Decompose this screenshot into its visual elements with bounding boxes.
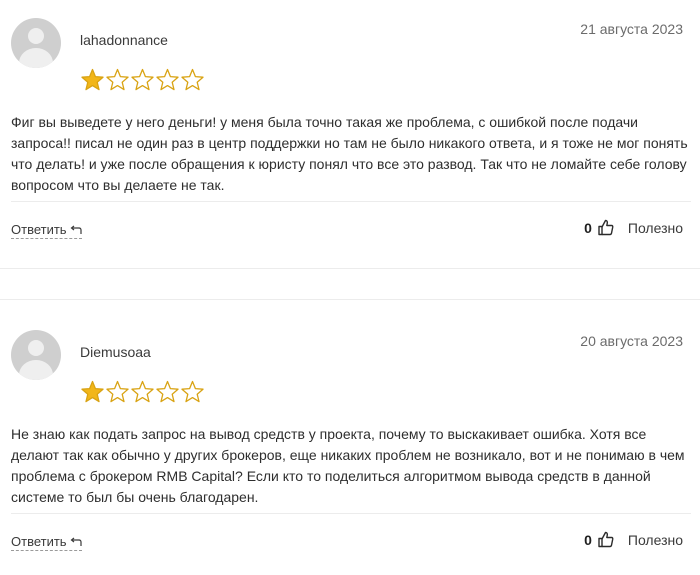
review-text: Не знаю как подать запрос на вывод средс… [11, 426, 685, 505]
star-empty-icon [156, 380, 179, 403]
reply-button[interactable]: Ответить [11, 222, 82, 239]
review-text: Фиг вы выведете у него деньги! у меня бы… [11, 114, 688, 193]
divider [0, 268, 700, 269]
star-filled-icon [81, 68, 104, 91]
thumbs-up-icon[interactable] [598, 219, 614, 236]
review-actions: Ответить 0 Полезно [11, 201, 691, 242]
review-username: lahadonnance [80, 32, 168, 48]
review-actions: Ответить 0 Полезно [11, 513, 691, 554]
reply-label: Ответить [11, 222, 67, 237]
rating-stars [80, 380, 205, 404]
avatar [11, 18, 61, 68]
reply-arrow-icon [70, 225, 82, 234]
star-empty-icon [156, 68, 179, 91]
rating-stars [80, 68, 205, 92]
star-empty-icon [181, 380, 204, 403]
review-date: 20 августа 2023 [580, 333, 683, 349]
review-date: 21 августа 2023 [580, 21, 683, 37]
star-empty-icon [181, 68, 204, 91]
divider [0, 299, 700, 300]
star-empty-icon [106, 380, 129, 403]
thumbs-up-icon[interactable] [598, 531, 614, 548]
useful-block: 0 Полезно [584, 219, 683, 236]
review-username: Diemusoaa [80, 344, 151, 360]
star-empty-icon [131, 68, 154, 91]
reply-button[interactable]: Ответить [11, 534, 82, 551]
reply-label: Ответить [11, 534, 67, 549]
useful-block: 0 Полезно [584, 531, 683, 548]
avatar-head-shape [28, 28, 44, 44]
useful-count: 0 [584, 531, 592, 548]
star-filled-icon [81, 380, 104, 403]
avatar-body-shape [19, 360, 53, 380]
avatar-head-shape [28, 340, 44, 356]
star-empty-icon [106, 68, 129, 91]
useful-label[interactable]: Полезно [628, 532, 683, 548]
star-empty-icon [131, 380, 154, 403]
reply-arrow-icon [70, 537, 82, 546]
useful-count: 0 [584, 219, 592, 236]
avatar-body-shape [19, 48, 53, 68]
avatar [11, 330, 61, 380]
useful-label[interactable]: Полезно [628, 220, 683, 236]
